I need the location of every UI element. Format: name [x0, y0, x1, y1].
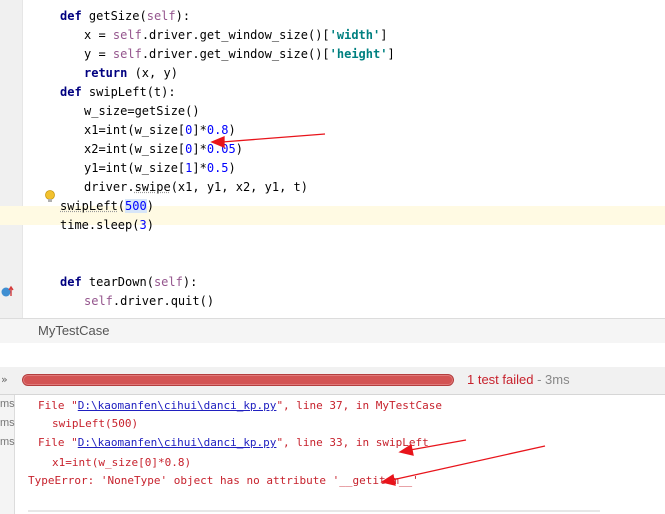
code-token: self — [84, 294, 113, 308]
breadcrumb-bar: MyTestCase — [0, 318, 665, 344]
code-token: swipLeft — [88, 85, 147, 99]
console-text: ", line 33, in swipLeft — [276, 436, 429, 449]
code-token: w_size=getSize() — [84, 104, 200, 118]
code-token: ]* — [192, 161, 207, 175]
test-progress-bar — [22, 374, 454, 386]
console-text: File " — [38, 399, 78, 412]
code-token: y1=int(w_size[ — [84, 161, 186, 175]
code-token: return — [84, 66, 135, 80]
code-token: ) — [146, 199, 154, 213]
console-text: x1=int(w_size[0]*0.8) — [52, 456, 192, 469]
file-path-link[interactable]: D:\kaomanfen\cihui\danci_kp.py — [78, 399, 277, 412]
code-line[interactable]: time.sleep(3) — [60, 216, 154, 235]
code-line[interactable]: driver.swipe(x1, y1, x2, y1, t) — [84, 178, 308, 197]
console-text: swipLeft(500) — [52, 417, 139, 430]
console-line: swipLeft(500) — [52, 415, 138, 433]
console-line: File "D:\kaomanfen\cihui\danci_kp.py", l… — [38, 397, 442, 415]
code-token: ) — [228, 161, 236, 175]
code-token: ): — [182, 275, 198, 289]
code-token: ] — [380, 28, 388, 42]
code-token: x2=int(w_size[ — [84, 142, 186, 156]
code-token: 'width' — [329, 28, 381, 42]
code-line[interactable]: y1=int(w_size[1]*0.5) — [84, 159, 236, 178]
code-token: ]* — [192, 142, 207, 156]
code-token: def — [60, 9, 89, 23]
code-line[interactable]: x1=int(w_size[0]*0.8) — [84, 121, 236, 140]
code-line[interactable]: x = self.driver.get_window_size()['width… — [84, 26, 387, 45]
console-text: TypeError: 'NoneType' object has no attr… — [28, 474, 419, 487]
test-run-toolbar: » 1 test failed - 3ms — [0, 367, 665, 395]
breadcrumb-class[interactable]: MyTestCase — [38, 323, 110, 338]
panel-separator — [0, 343, 665, 367]
code-token: time.sleep( — [60, 218, 140, 232]
editor-gutter — [0, 0, 23, 318]
code-line[interactable]: w_size=getSize() — [84, 102, 200, 121]
code-token: y = — [84, 47, 113, 61]
code-token: tearDown — [88, 275, 147, 289]
code-token: self — [112, 47, 142, 61]
code-token: 500 — [125, 199, 147, 213]
code-token: 0.05 — [206, 142, 236, 156]
code-token: ) — [146, 218, 154, 232]
override-method-icon[interactable] — [1, 285, 15, 299]
code-token: def — [60, 85, 89, 99]
code-token: ] — [387, 47, 395, 61]
file-path-link[interactable]: D:\kaomanfen\cihui\danci_kp.py — [78, 436, 277, 449]
duration-label: ms — [0, 398, 15, 410]
code-token: ( — [146, 275, 154, 289]
test-status: 1 test failed - 3ms — [467, 372, 570, 387]
code-token: (x1, y1, x2, y1, t) — [170, 180, 308, 194]
expand-chevron-icon[interactable]: » — [1, 373, 8, 386]
lightbulb-icon[interactable] — [44, 190, 56, 204]
code-token: 0.8 — [206, 123, 229, 137]
code-line[interactable]: x2=int(w_size[0]*0.05) — [84, 140, 243, 159]
code-token: ( — [117, 199, 126, 213]
code-token: ) — [235, 142, 243, 156]
code-line[interactable]: swipLeft(500) — [60, 197, 154, 216]
code-token: ]* — [192, 123, 207, 137]
code-token: def — [60, 275, 89, 289]
console-line: TypeError: 'NoneType' object has no attr… — [28, 472, 419, 490]
code-token: 'height' — [329, 47, 388, 61]
code-token: .driver.quit() — [112, 294, 215, 308]
duration-label: ms — [0, 417, 15, 429]
code-token: 0.5 — [206, 161, 229, 175]
code-token: driver. — [84, 180, 135, 194]
code-token: self — [112, 28, 142, 42]
console-line: x1=int(w_size[0]*0.8) — [52, 454, 191, 472]
code-line[interactable]: return (x, y) — [84, 64, 178, 83]
code-token: self — [146, 9, 176, 23]
code-editor[interactable]: def getSize(self): x = self.driver.get_wi… — [0, 0, 665, 318]
code-line[interactable]: def getSize(self): — [60, 7, 190, 26]
test-duration: - 3ms — [533, 372, 570, 387]
code-line[interactable]: def swipLeft(t): — [60, 83, 176, 102]
console-text: File " — [38, 436, 78, 449]
code-token: self — [153, 275, 183, 289]
code-token: (t): — [146, 85, 176, 99]
code-token: ( — [139, 9, 147, 23]
console-text: ", line 37, in MyTestCase — [276, 399, 443, 412]
code-token: .driver.get_window_size()[ — [141, 47, 330, 61]
code-line[interactable]: self.driver.quit() — [84, 292, 214, 311]
console-line: File "D:\kaomanfen\cihui\danci_kp.py", l… — [38, 434, 429, 452]
code-token: ): — [175, 9, 191, 23]
code-token: 3 — [139, 218, 147, 232]
test-progress-fill — [24, 376, 452, 384]
code-line[interactable]: def tearDown(self): — [60, 273, 197, 292]
test-failed-count: 1 test failed — [467, 372, 534, 387]
code-line[interactable]: y = self.driver.get_window_size()['heigh… — [84, 45, 395, 64]
code-token: swipLeft — [60, 199, 118, 213]
code-token: (x, y) — [134, 66, 178, 80]
code-token: getSize — [88, 9, 140, 23]
code-token: swipe — [134, 180, 171, 194]
code-token: ) — [228, 123, 236, 137]
test-tree-gutter[interactable]: ms ms ms — [0, 395, 15, 514]
code-token: x = — [84, 28, 113, 42]
code-token: x1=int(w_size[ — [84, 123, 186, 137]
code-token: .driver.get_window_size()[ — [141, 28, 330, 42]
duration-label: ms — [0, 436, 15, 448]
